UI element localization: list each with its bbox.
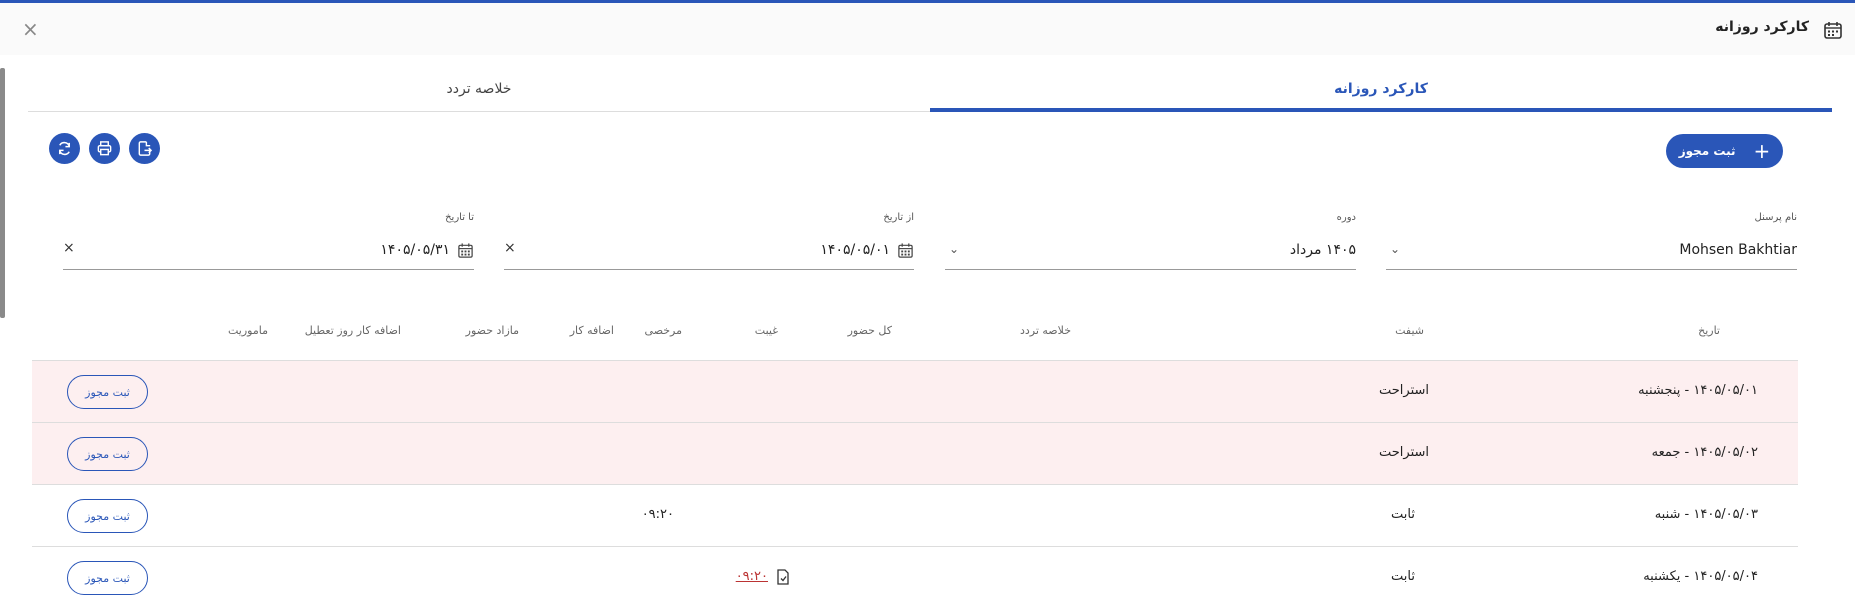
document-icon[interactable] [776,569,790,585]
dialog-title: کارکرد روزانه [1715,19,1809,35]
period-value: ۱۴۰۵ مرداد [1289,242,1356,258]
refresh-button[interactable] [49,133,80,164]
column-extra-presence: مازاد حضور [465,324,519,337]
title-bar: کارکرد روزانه × [0,3,1855,55]
table-row: ۱۴۰۵/۰۵/۰۲ - جمعه استراحت ثبت مجوز [32,422,1798,484]
row-add-permit-button[interactable]: ثبت مجوز [67,561,148,595]
row-date: ۱۴۰۵/۰۵/۰۱ - پنجشنبه [1638,383,1758,398]
table-row: ۱۴۰۵/۰۵/۰۳ - شنبه ثابت ۰۹:۲۰ ثبت مجوز [32,484,1798,546]
scrollbar[interactable] [0,68,5,318]
file-export-icon [138,141,153,156]
print-icon [97,141,112,156]
tab-bar: کارکرد روزانه خلاصه تردد [28,72,1832,112]
daily-work-table: تاریخ شیفت خلاصه تردد کل حضور غیبت مرخصی… [32,300,1798,595]
period-label: دوره [1336,212,1356,223]
column-leave: مرخصی [644,324,682,337]
calendar-icon[interactable] [457,242,474,259]
row-add-permit-button[interactable]: ثبت مجوز [67,375,148,409]
column-holiday-overtime: اضافه کار روز تعطیل [304,324,401,337]
column-mission: ماموریت [228,324,268,337]
add-permit-button[interactable]: + ثبت مجوز [1666,134,1783,168]
clear-icon[interactable]: × [63,240,75,256]
chevron-down-icon[interactable]: ⌄ [949,242,959,256]
personnel-value: Mohsen Bakhtiar [1679,242,1797,258]
from-date-value: ۱۴۰۵/۰۵/۰۱ [820,242,890,258]
clear-icon[interactable]: × [504,240,516,256]
close-icon[interactable]: × [22,17,39,41]
row-date: ۱۴۰۵/۰۵/۰۲ - جمعه [1651,445,1758,460]
column-traffic-summary: خلاصه تردد [1019,324,1071,337]
calendar-icon [1824,22,1842,39]
period-field[interactable]: دوره ۱۴۰۵ مرداد ⌄ [945,212,1356,270]
print-button[interactable] [89,133,120,164]
row-shift: استراحت [1378,445,1429,460]
row-date: ۱۴۰۵/۰۵/۰۳ - شنبه [1654,507,1758,522]
to-date-label: تا تاریخ [445,212,474,223]
row-shift: استراحت [1378,383,1429,398]
export-button[interactable] [129,133,160,164]
add-permit-label: ثبت مجوز [1678,144,1736,158]
column-overtime: اضافه کار [569,324,614,337]
row-shift: ثابت [1391,569,1415,584]
table-row: ۱۴۰۵/۰۵/۰۴ - یکشنبه ثابت ۰۹:۲۰ ثبت مجوز [32,546,1798,608]
column-shift: شیفت [1395,324,1424,337]
calendar-icon[interactable] [897,242,914,259]
plus-icon: + [1753,139,1771,163]
table-row: ۱۴۰۵/۰۵/۰۱ - پنجشنبه استراحت ثبت مجوز [32,360,1798,422]
chevron-down-icon[interactable]: ⌄ [1390,242,1400,256]
row-add-permit-button[interactable]: ثبت مجوز [67,437,148,471]
to-date-value: ۱۴۰۵/۰۵/۳۱ [380,242,450,258]
daily-work-dialog: کارکرد روزانه × کارکرد روزانه خلاصه تردد… [0,0,1855,609]
row-leave: ۰۹:۲۰ [641,507,674,522]
column-absence: غیبت [754,324,778,337]
row-absence-link[interactable]: ۰۹:۲۰ [736,569,768,584]
row-date: ۱۴۰۵/۰۵/۰۴ - یکشنبه [1643,569,1758,584]
personnel-field[interactable]: نام پرسنل Mohsen Bakhtiar ⌄ [1386,212,1797,270]
to-date-field[interactable]: تا تاریخ ۱۴۰۵/۰۵/۳۱ × [63,212,474,270]
tab-traffic-summary[interactable]: خلاصه تردد [28,72,930,112]
table-header: تاریخ شیفت خلاصه تردد کل حضور غیبت مرخصی… [32,300,1798,360]
personnel-label: نام پرسنل [1754,212,1797,223]
column-total-presence: کل حضور [847,324,892,337]
row-shift: ثابت [1391,507,1415,522]
refresh-icon [59,141,70,156]
from-date-field[interactable]: از تاریخ ۱۴۰۵/۰۵/۰۱ × [504,212,914,270]
tab-daily-work[interactable]: کارکرد روزانه [930,72,1832,112]
from-date-label: از تاریخ [883,212,914,223]
column-date: تاریخ [1698,324,1720,337]
row-add-permit-button[interactable]: ثبت مجوز [67,499,148,533]
